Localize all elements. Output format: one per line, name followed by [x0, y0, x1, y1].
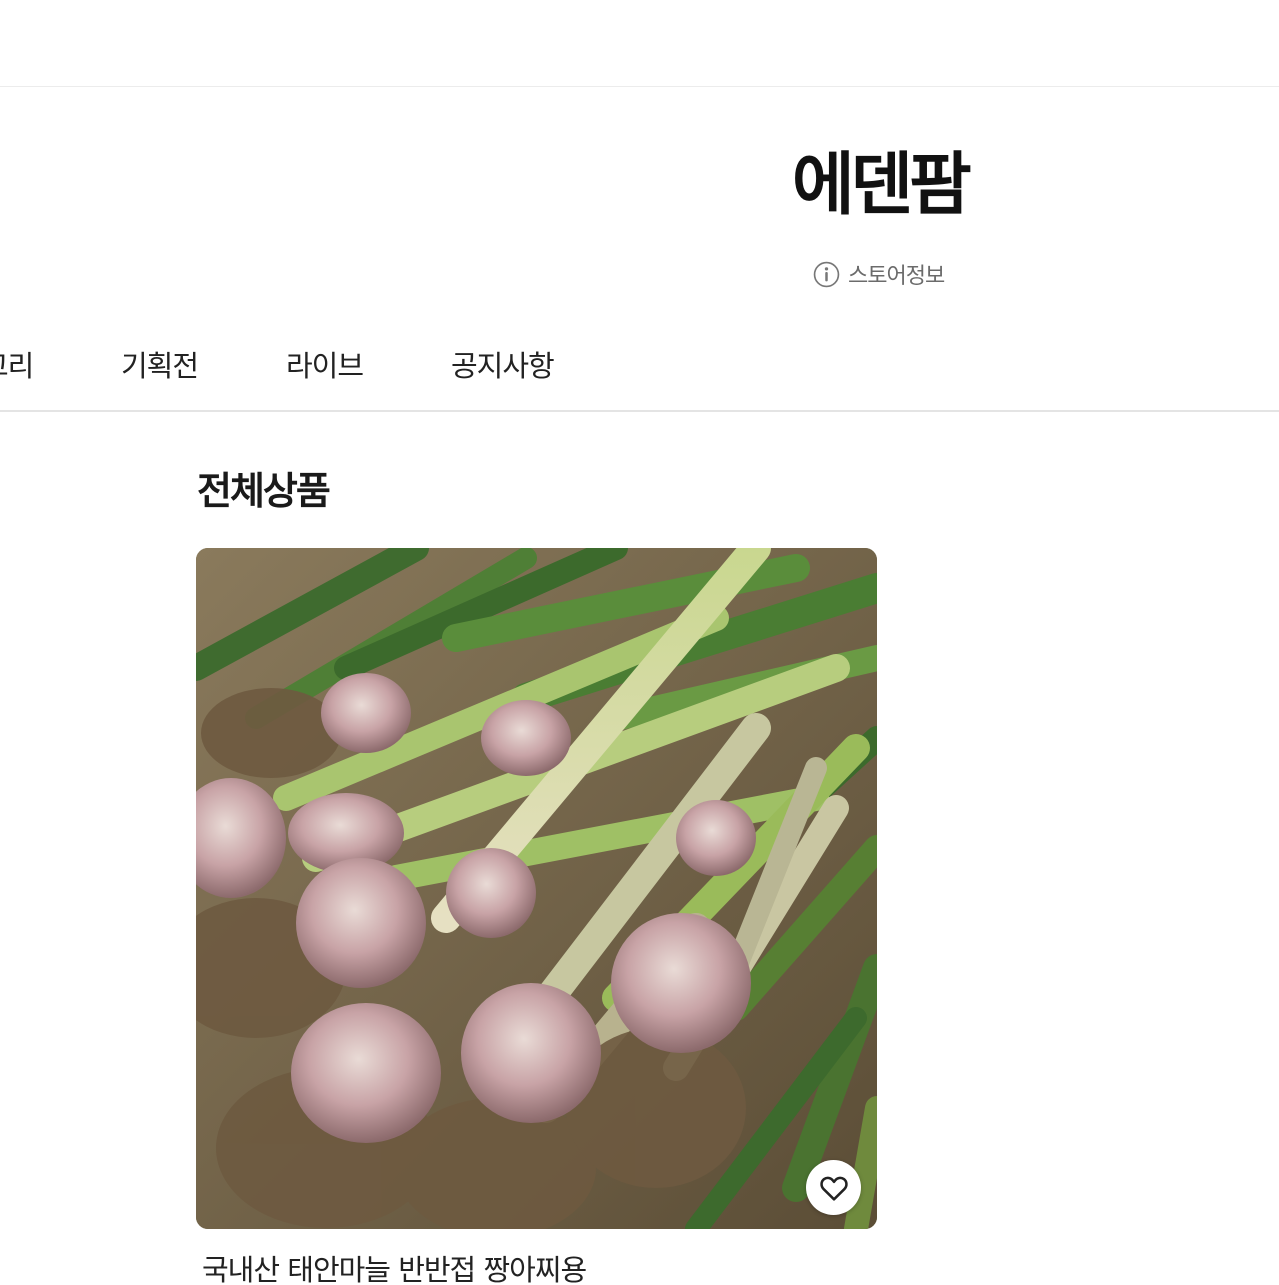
nav-item-exhibition[interactable]: 기획전: [121, 342, 199, 390]
section-title: 전체상품: [197, 469, 331, 513]
heart-outline-icon: [819, 1176, 848, 1201]
top-bar: [0, 0, 1279, 87]
store-page: 에덴팜 스토어정보 고리 기획전 라이브 공지사항 전체상품: [0, 0, 1279, 1285]
store-name: 에덴팜: [792, 146, 972, 225]
store-nav: 고리 기획전 라이브 공지사항: [0, 322, 1279, 412]
nav-item-live[interactable]: 라이브: [286, 342, 364, 390]
product-name[interactable]: 국내산 태안마늘 반반접 짱아찌용: [202, 1248, 587, 1285]
nav-item-notice[interactable]: 공지사항: [451, 342, 555, 390]
nav-item-category[interactable]: 고리: [0, 342, 34, 390]
garlic-photo: [196, 548, 877, 1229]
wishlist-button[interactable]: [806, 1160, 861, 1215]
product-card[interactable]: 국내산 태안마늘 반반접 짱아찌용: [196, 548, 877, 1285]
info-circle-icon: [813, 261, 840, 287]
product-image[interactable]: [196, 548, 877, 1229]
store-info-button[interactable]: 스토어정보: [813, 259, 945, 289]
store-info-label: 스토어정보: [848, 264, 945, 289]
